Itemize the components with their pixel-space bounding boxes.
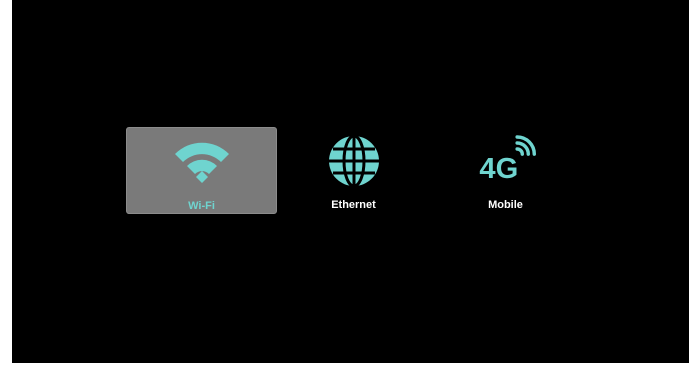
- mobile-label: Mobile: [488, 199, 523, 211]
- wifi-option[interactable]: Wi-Fi: [126, 127, 277, 214]
- globe-icon: [324, 133, 384, 189]
- wifi-icon: [172, 134, 232, 190]
- 4g-signal-icon: 4G: [476, 133, 536, 189]
- mobile-option[interactable]: 4G Mobile: [430, 127, 581, 214]
- ethernet-label: Ethernet: [331, 199, 376, 211]
- 4g-text: 4G: [479, 153, 518, 185]
- wifi-label: Wi-Fi: [188, 200, 215, 212]
- ethernet-option[interactable]: Ethernet: [278, 127, 429, 214]
- network-settings-screen: Wi-Fi Ethernet 4G Mobile: [12, 0, 689, 363]
